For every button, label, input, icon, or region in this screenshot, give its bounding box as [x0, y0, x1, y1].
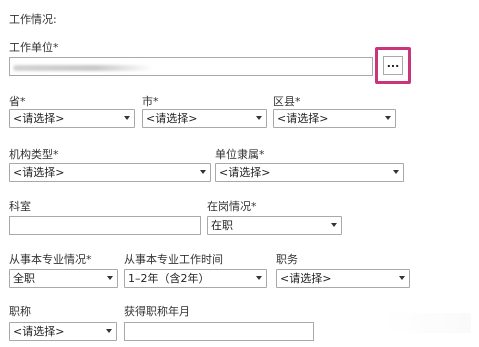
province-select[interactable]: <请选择> — [9, 109, 135, 128]
chevron-down-icon — [399, 276, 405, 280]
work-unit-label: 工作单位* — [9, 41, 59, 54]
blurred-value — [13, 65, 153, 71]
affiliation-label: 单位隶属 — [215, 148, 265, 161]
specialty-duration-value: 1–2年（含2年） — [128, 272, 210, 285]
affiliation-select[interactable]: <请选择> — [215, 163, 404, 182]
affiliation-value: <请选择> — [219, 166, 271, 179]
chevron-down-icon — [200, 170, 206, 174]
specialty-status-value: 全职 — [13, 272, 35, 285]
work-unit-input[interactable] — [9, 57, 373, 76]
city-value: <请选择> — [146, 112, 198, 125]
title-value: <请选择> — [13, 325, 65, 338]
chevron-down-icon — [107, 276, 113, 280]
district-value: <请选择> — [277, 112, 329, 125]
specialty-status-label: 从事本专业情况 — [9, 253, 92, 266]
department-label: 科室 — [9, 200, 31, 213]
city-label: 市 — [142, 95, 159, 108]
title-label: 职称 — [9, 305, 31, 318]
position-label: 职务 — [276, 253, 298, 266]
district-label: 区县 — [273, 95, 301, 108]
chevron-down-icon — [256, 276, 262, 280]
chevron-down-icon — [331, 223, 337, 227]
province-label: 省 — [9, 95, 26, 108]
org-type-label: 机构类型 — [9, 148, 59, 161]
watermark — [381, 313, 471, 333]
title-date-label: 获得职称年月 — [124, 305, 190, 318]
section-title: 工作情况: — [9, 13, 57, 26]
work-unit-label-text: 工作单位 — [9, 41, 53, 54]
work-unit-browse-button[interactable]: ... — [383, 56, 403, 75]
province-value: <请选择> — [13, 112, 65, 125]
specialty-duration-select[interactable]: 1–2年（含2年） — [124, 269, 267, 288]
job-status-label: 在岗情况 — [207, 200, 257, 213]
chevron-down-icon — [385, 116, 391, 120]
title-select[interactable]: <请选择> — [9, 322, 117, 341]
department-input[interactable] — [9, 216, 201, 235]
position-select[interactable]: <请选择> — [276, 269, 410, 288]
specialty-duration-label: 从事本专业工作时间 — [124, 253, 223, 266]
position-value: <请选择> — [280, 272, 332, 285]
specialty-status-select[interactable]: 全职 — [9, 269, 118, 288]
org-type-select[interactable]: <请选择> — [9, 163, 211, 182]
district-select[interactable]: <请选择> — [273, 109, 396, 128]
title-date-input[interactable] — [124, 322, 314, 341]
chevron-down-icon — [256, 116, 262, 120]
chevron-down-icon — [124, 116, 130, 120]
job-status-value: 在职 — [211, 219, 233, 232]
work-unit-browse-highlight: ... — [375, 47, 411, 84]
city-select[interactable]: <请选择> — [142, 109, 267, 128]
org-type-value: <请选择> — [13, 166, 65, 179]
job-status-select[interactable]: 在职 — [207, 216, 342, 235]
chevron-down-icon — [106, 329, 112, 333]
required-mark: * — [53, 41, 59, 54]
chevron-down-icon — [393, 170, 399, 174]
